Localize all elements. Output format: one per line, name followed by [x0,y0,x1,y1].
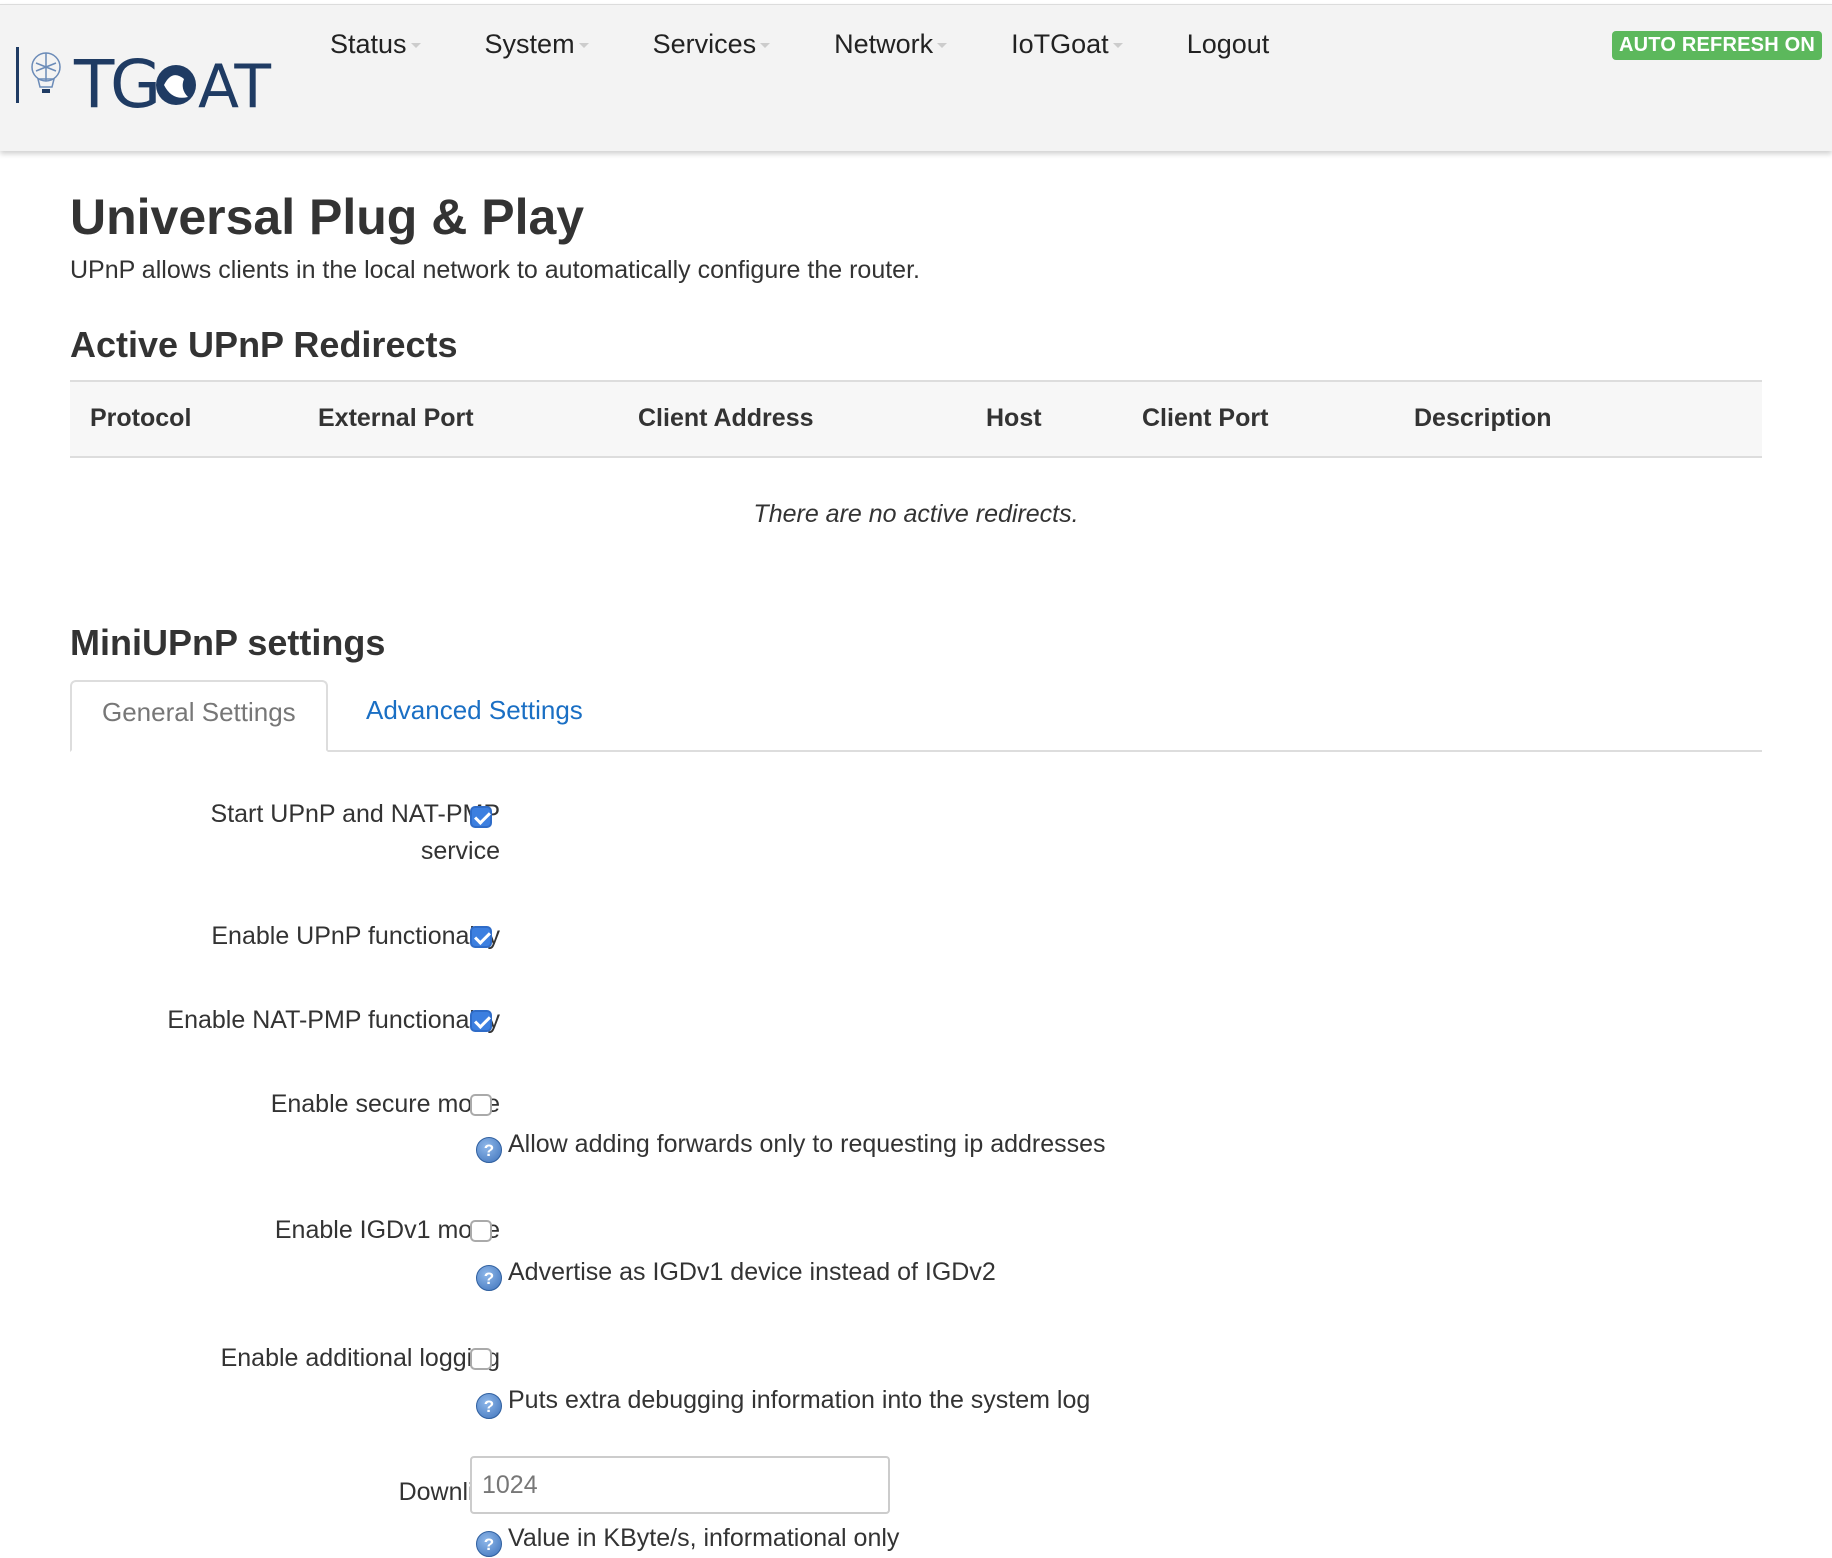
nav-system-label: System [484,29,575,59]
nav-services[interactable]: Services [653,29,771,60]
igdv1-help-text: Advertise as IGDv1 device instead of IGD… [508,1258,996,1286]
auto-refresh-badge[interactable]: AUTO REFRESH ON [1612,31,1822,60]
nav-status-label: Status [330,29,407,59]
start-service-checkbox[interactable] [470,806,492,828]
secure-mode-label: Enable secure mode [270,1090,500,1118]
column-description: Description [1414,404,1552,432]
svg-text:G: G [110,46,161,113]
downlink-input[interactable] [470,1456,890,1514]
redirects-table-header: Protocol External Port Client Address Ho… [70,380,1762,458]
svg-text:AT: AT [198,52,271,113]
downlink-help-text: Value in KByte/s, informational only [508,1524,900,1552]
nav-system[interactable]: System [485,29,589,60]
logging-help: ? Puts extra debugging information into t… [476,1386,1090,1419]
logging-help-text: Puts extra debugging information into th… [508,1386,1091,1414]
logo-graphic: T G AT [16,46,271,123]
secure-mode-help-text: Allow adding forwards only to requesting… [508,1130,1106,1158]
column-client-port: Client Port [1142,404,1269,432]
chevron-down-icon [937,43,948,49]
nav-status[interactable]: Status [330,29,421,60]
svg-text:T: T [73,46,115,113]
tab-general-settings[interactable]: General Settings [70,680,328,752]
chevron-down-icon [578,43,589,49]
help-icon: ? [476,1393,502,1419]
igdv1-checkbox[interactable] [470,1220,492,1242]
chevron-down-icon [760,43,771,49]
nav-services-label: Services [652,29,757,59]
secure-mode-checkbox[interactable] [470,1094,492,1116]
logging-label: Enable additional logging [220,1344,500,1372]
nav-network[interactable]: Network [834,29,948,60]
igdv1-help: ? Advertise as IGDv1 device instead of IG… [476,1258,996,1291]
logging-checkbox[interactable] [470,1348,492,1370]
enable-natpmp-label: Enable NAT-PMP functionality [167,1006,500,1034]
enable-upnp-checkbox[interactable] [470,926,492,948]
nav-logout[interactable]: Logout [1187,29,1270,60]
enable-upnp-label: Enable UPnP functionality [211,922,500,950]
help-icon: ? [476,1137,502,1163]
settings-title: MiniUPnP settings [70,622,386,663]
nav-network-label: Network [834,29,934,59]
main-nav: Status System Services Network IoTGoat L… [330,29,1333,60]
column-external-port: External Port [318,404,474,432]
nav-logout-label: Logout [1186,29,1270,59]
secure-mode-help: ? Allow adding forwards only to requestin… [476,1130,1106,1163]
help-icon: ? [476,1531,502,1557]
nav-iotgoat-label: IoTGoat [1011,29,1109,59]
chevron-down-icon [410,43,421,49]
redirects-title: Active UPnP Redirects [70,324,458,365]
tab-advanced-settings[interactable]: Advanced Settings [336,680,613,750]
no-redirects-message: There are no active redirects. [753,500,1079,528]
column-client-address: Client Address [638,404,814,432]
top-header: T G AT Status System Services Network Io… [0,4,1832,151]
settings-tabs: General Settings Advanced Settings [70,680,1762,752]
iotgoat-logo[interactable]: T G AT [12,27,274,123]
help-icon: ? [476,1265,502,1291]
nav-iotgoat[interactable]: IoTGoat [1011,29,1123,60]
downlink-help: ? Value in KByte/s, informational only [476,1524,899,1557]
column-protocol: Protocol [90,404,192,432]
igdv1-label: Enable IGDv1 mode [274,1216,500,1244]
downlink-label: Downlink [398,1478,500,1506]
page-subtitle: UPnP allows clients in the local network… [70,256,920,284]
start-service-label: Start UPnP and NAT-PMP service [210,800,500,865]
chevron-down-icon [1112,43,1123,49]
enable-natpmp-checkbox[interactable] [470,1010,492,1032]
page-title: Universal Plug & Play [70,189,585,245]
column-host: Host [986,404,1042,432]
